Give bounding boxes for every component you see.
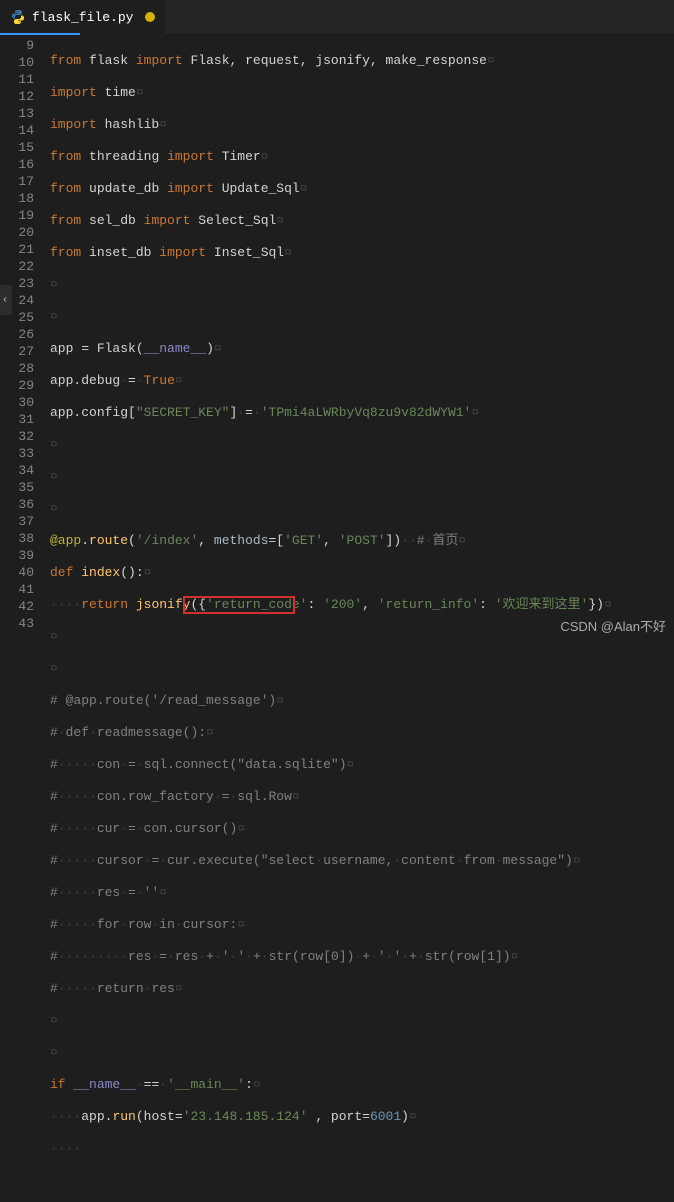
code-line: ¤ [50, 1012, 674, 1029]
code-line: from inset_db import Inset_Sql¤ [50, 244, 674, 261]
line-number-gutter: 9101112131415161718192021222324252627282… [0, 35, 44, 639]
code-line: #·····con.row_factory·=·sql.Row¤ [50, 788, 674, 805]
code-line: import time¤ [50, 84, 674, 101]
code-line: ····app.run(host='23.148.185.124' , port… [50, 1108, 674, 1125]
line-number: 30 [0, 394, 34, 411]
line-number: 16 [0, 156, 34, 173]
code-line: #·def·readmessage():¤ [50, 724, 674, 741]
code-line: import hashlib¤ [50, 116, 674, 133]
code-line: #·····cursor·=·cur.execute("select·usern… [50, 852, 674, 869]
code-line: #·········res·=·res·+·'·'·+·str(row[0])·… [50, 948, 674, 965]
code-line: if __name__·==·'__main__':¤ [50, 1076, 674, 1093]
line-number: 29 [0, 377, 34, 394]
code-line: app.debug·=·True¤ [50, 372, 674, 389]
code-line: #·····return·res¤ [50, 980, 674, 997]
line-number: 10 [0, 54, 34, 71]
code-line: ¤ [50, 436, 674, 453]
code-line: from sel_db import Select_Sql¤ [50, 212, 674, 229]
tab-bar: flask_file.py [0, 0, 674, 35]
line-number: 14 [0, 122, 34, 139]
code-line: # @app.route('/read_message')¤ [50, 692, 674, 709]
code-line: ¤ [50, 500, 674, 517]
line-number: 19 [0, 207, 34, 224]
line-number: 13 [0, 105, 34, 122]
code-line: app.config["SECRET_KEY"]·=·'TPmi4aLWRbyV… [50, 404, 674, 421]
python-file-icon [10, 9, 26, 25]
code-line: ····return jsonify({'return_code': '200'… [50, 596, 674, 613]
line-number: 38 [0, 530, 34, 547]
line-number: 32 [0, 428, 34, 445]
code-line: #·····res·=·''¤ [50, 884, 674, 901]
line-number: 18 [0, 190, 34, 207]
line-number: 22 [0, 258, 34, 275]
line-number: 11 [0, 71, 34, 88]
code-line: from threading import Timer¤ [50, 148, 674, 165]
code-line: #·····con·=·sql.connect("data.sqlite")¤ [50, 756, 674, 773]
tab-filename: flask_file.py [32, 10, 133, 25]
line-number: 20 [0, 224, 34, 241]
line-number: 27 [0, 343, 34, 360]
line-number: 15 [0, 139, 34, 156]
line-number: 33 [0, 445, 34, 462]
line-number: 42 [0, 598, 34, 615]
code-line: from flask import Flask, request, jsonif… [50, 52, 674, 69]
code-line: from update_db import Update_Sql¤ [50, 180, 674, 197]
code-line: #·····for·row·in·cursor:¤ [50, 916, 674, 933]
code-line: def index():¤ [50, 564, 674, 581]
line-number: 39 [0, 547, 34, 564]
line-number: 37 [0, 513, 34, 530]
line-number: 43 [0, 615, 34, 632]
watermark-text: CSDN @Alan不好 [560, 616, 666, 635]
editor-area: 9101112131415161718192021222324252627282… [0, 35, 674, 639]
line-number: 31 [0, 411, 34, 428]
code-content[interactable]: from flask import Flask, request, jsonif… [44, 35, 674, 639]
code-line: #·····cur·=·con.cursor()¤ [50, 820, 674, 837]
code-line: ¤ [50, 276, 674, 293]
code-line: @app.route('/index', methods=['GET', 'PO… [50, 532, 674, 549]
line-number: 17 [0, 173, 34, 190]
line-number: 28 [0, 360, 34, 377]
line-number: 12 [0, 88, 34, 105]
code-line: app = Flask(__name__)¤ [50, 340, 674, 357]
code-line: ···· [50, 1140, 674, 1157]
line-number: 34 [0, 462, 34, 479]
line-number: 41 [0, 581, 34, 598]
line-number: 21 [0, 241, 34, 258]
line-number: 35 [0, 479, 34, 496]
modified-indicator-icon [145, 12, 155, 22]
gutter-collapse-handle[interactable]: ‹ [0, 285, 12, 315]
code-line: ¤ [50, 308, 674, 325]
line-number: 36 [0, 496, 34, 513]
code-line: ¤ [50, 468, 674, 485]
file-tab[interactable]: flask_file.py [0, 0, 166, 35]
line-number: 9 [0, 37, 34, 54]
code-line: ¤ [50, 1044, 674, 1061]
line-number: 40 [0, 564, 34, 581]
code-line: ¤ [50, 660, 674, 677]
line-number: 26 [0, 326, 34, 343]
